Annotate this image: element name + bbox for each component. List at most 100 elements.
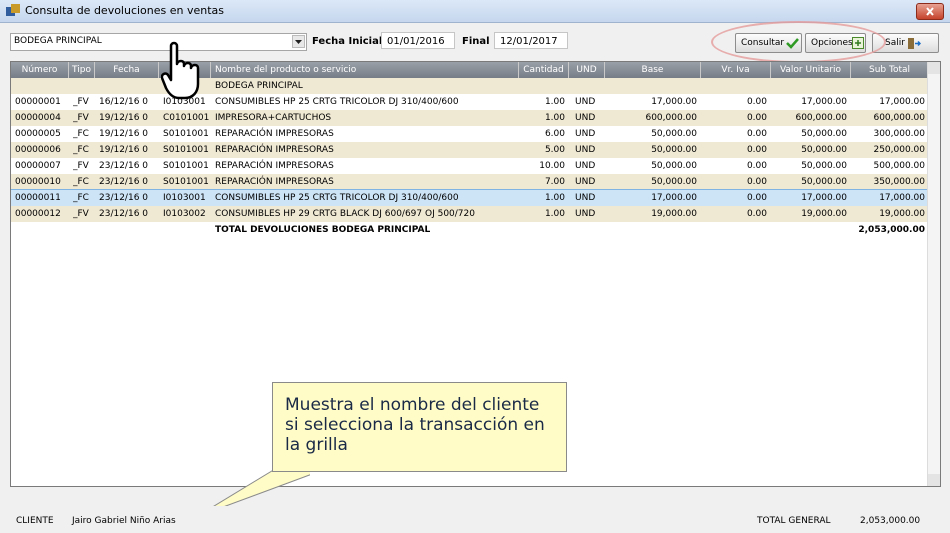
end-date-label: Final bbox=[462, 36, 490, 47]
cell-tipo: _FC bbox=[73, 177, 89, 187]
table-row[interactable]: 00000006 _FC 19/12/16 0 S0101001 REPARACIÓN … bbox=[11, 142, 929, 158]
cell-tipo: _FV bbox=[73, 97, 89, 107]
cell-fecha: 23/12/16 0 bbox=[99, 193, 149, 203]
cell-und: UND bbox=[575, 177, 596, 187]
cell-numero: 00000011 bbox=[15, 193, 61, 203]
col-cantidad[interactable]: Cantidad bbox=[519, 62, 569, 78]
cell-fecha: 19/12/16 0 bbox=[99, 145, 149, 155]
cell-nombre: REPARACIÓN IMPRESORAS bbox=[215, 129, 334, 139]
end-date-field[interactable]: 12/01/2017 bbox=[494, 32, 568, 49]
table-row[interactable]: 00000007 _FV 23/12/16 0 S0101001 REPARACIÓN … bbox=[11, 158, 929, 174]
cell-sub-total: 17,000.00 bbox=[879, 97, 925, 107]
dropdown-arrow-icon[interactable] bbox=[292, 35, 305, 48]
scroll-down-arrow[interactable] bbox=[928, 474, 940, 486]
cell-vr-iva: 0.00 bbox=[746, 177, 767, 187]
table-row[interactable]: 00000011 _FC 23/12/16 0 I0103001 CONSUMIBLES… bbox=[11, 189, 930, 207]
cell-fecha: 19/12/16 0 bbox=[99, 113, 149, 123]
hand-pointer-icon bbox=[161, 41, 200, 100]
table-row[interactable]: 00000010 _FC 23/12/16 0 S0101001 REPARACIÓN … bbox=[11, 174, 929, 190]
table-row[interactable]: 00000001 _FV 16/12/16 0 I0103001 CONSUMIBLES… bbox=[11, 94, 929, 110]
callout-text: Muestra el nombre del cliente si selecci… bbox=[285, 395, 545, 455]
cell-valor-unitario: 17,000.00 bbox=[801, 193, 847, 203]
cell-sub-total: 250,000.00 bbox=[873, 145, 925, 155]
cell-und: UND bbox=[575, 97, 596, 107]
total-value: 2,053,000.00 bbox=[858, 225, 925, 235]
cell-codigo: S0101001 bbox=[163, 129, 209, 139]
cell-cantidad: 6.00 bbox=[544, 129, 565, 139]
cell-und: UND bbox=[575, 113, 596, 123]
table-row[interactable]: 00000005 _FC 19/12/16 0 S0101001 REPARACIÓN … bbox=[11, 126, 929, 142]
cell-fecha: 23/12/16 0 bbox=[99, 177, 149, 187]
col-sub-total[interactable]: Sub Total bbox=[851, 62, 929, 78]
cell-tipo: _FV bbox=[73, 161, 89, 171]
col-numero[interactable]: Número bbox=[11, 62, 69, 78]
cell-vr-iva: 0.00 bbox=[746, 209, 767, 219]
cell-numero: 00000004 bbox=[15, 113, 61, 123]
cell-vr-iva: 0.00 bbox=[746, 193, 767, 203]
cell-base: 50,000.00 bbox=[651, 161, 697, 171]
cell-nombre: REPARACIÓN IMPRESORAS bbox=[215, 177, 334, 187]
cell-vr-iva: 0.00 bbox=[746, 161, 767, 171]
col-tipo[interactable]: Tipo bbox=[69, 62, 95, 78]
cell-vr-iva: 0.00 bbox=[746, 113, 767, 123]
cell-sub-total: 17,000.00 bbox=[879, 193, 925, 203]
close-button[interactable] bbox=[916, 3, 944, 20]
cell-numero: 00000012 bbox=[15, 209, 61, 219]
scroll-up-arrow[interactable] bbox=[928, 62, 940, 74]
cell-valor-unitario: 50,000.00 bbox=[801, 177, 847, 187]
cell-nombre: CONSUMIBLES HP 29 CRTG BLACK DJ 600/697 … bbox=[215, 209, 475, 219]
col-nombre[interactable]: Nombre del producto o servicio bbox=[211, 62, 519, 78]
cell-fecha: 19/12/16 0 bbox=[99, 129, 149, 139]
cell-tipo: _FV bbox=[73, 209, 89, 219]
total-general-label: TOTAL GENERAL bbox=[757, 516, 831, 526]
cell-base: 50,000.00 bbox=[651, 129, 697, 139]
cell-valor-unitario: 17,000.00 bbox=[801, 97, 847, 107]
cell-und: UND bbox=[575, 129, 596, 139]
cell-cantidad: 1.00 bbox=[544, 113, 565, 123]
highlight-ellipse bbox=[711, 21, 886, 63]
col-valor-unitario[interactable]: Valor Unitario bbox=[771, 62, 851, 78]
exit-icon bbox=[908, 38, 921, 49]
col-vr-iva[interactable]: Vr. Iva bbox=[701, 62, 771, 78]
client-name: Jairo Gabriel Niño Arias bbox=[72, 516, 176, 526]
table-row[interactable]: 00000012 _FV 23/12/16 0 I0103002 CONSUMIBLES… bbox=[11, 206, 929, 222]
cell-tipo: _FC bbox=[73, 193, 89, 203]
total-general-value: 2,053,000.00 bbox=[860, 516, 921, 526]
cell-codigo: I0103001 bbox=[163, 193, 206, 203]
col-und[interactable]: UND bbox=[569, 62, 605, 78]
cell-numero: 00000010 bbox=[15, 177, 61, 187]
cell-codigo: S0101001 bbox=[163, 161, 209, 171]
window-title: Consulta de devoluciones en ventas bbox=[25, 4, 225, 17]
vertical-scrollbar[interactable] bbox=[927, 62, 940, 486]
close-icon bbox=[926, 7, 934, 16]
cell-numero: 00000005 bbox=[15, 129, 61, 139]
group-row[interactable]: BODEGA PRINCIPAL bbox=[11, 78, 929, 94]
cell-cantidad: 10.00 bbox=[539, 161, 565, 171]
cell-codigo: I0103002 bbox=[163, 209, 206, 219]
col-fecha[interactable]: Fecha bbox=[95, 62, 159, 78]
cell-und: UND bbox=[575, 145, 596, 155]
warehouse-value: BODEGA PRINCIPAL bbox=[14, 36, 102, 46]
cell-valor-unitario: 50,000.00 bbox=[801, 129, 847, 139]
cell-cantidad: 1.00 bbox=[544, 193, 565, 203]
total-row[interactable]: TOTAL DEVOLUCIONES BODEGA PRINCIPAL 2,05… bbox=[11, 222, 929, 238]
cell-cantidad: 7.00 bbox=[544, 177, 565, 187]
cell-valor-unitario: 50,000.00 bbox=[801, 161, 847, 171]
start-date-field[interactable]: 01/01/2016 bbox=[381, 32, 455, 49]
cell-tipo: _FC bbox=[73, 129, 89, 139]
cell-nombre: REPARACIÓN IMPRESORAS bbox=[215, 145, 334, 155]
cell-valor-unitario: 19,000.00 bbox=[801, 209, 847, 219]
cell-base: 600,000.00 bbox=[645, 113, 697, 123]
table-row[interactable]: 00000004 _FV 19/12/16 0 C0101001 IMPRESORA+C… bbox=[11, 110, 929, 126]
cell-codigo: S0101001 bbox=[163, 177, 209, 187]
warehouse-dropdown[interactable]: BODEGA PRINCIPAL bbox=[10, 33, 307, 51]
cell-und: UND bbox=[575, 161, 596, 171]
cell-sub-total: 600,000.00 bbox=[873, 113, 925, 123]
cell-vr-iva: 0.00 bbox=[746, 145, 767, 155]
cell-und: UND bbox=[575, 209, 596, 219]
cell-cantidad: 5.00 bbox=[544, 145, 565, 155]
cell-numero: 00000006 bbox=[15, 145, 61, 155]
col-base[interactable]: Base bbox=[605, 62, 701, 78]
cell-nombre: REPARACIÓN IMPRESORAS bbox=[215, 161, 334, 171]
cell-fecha: 23/12/16 0 bbox=[99, 209, 149, 219]
